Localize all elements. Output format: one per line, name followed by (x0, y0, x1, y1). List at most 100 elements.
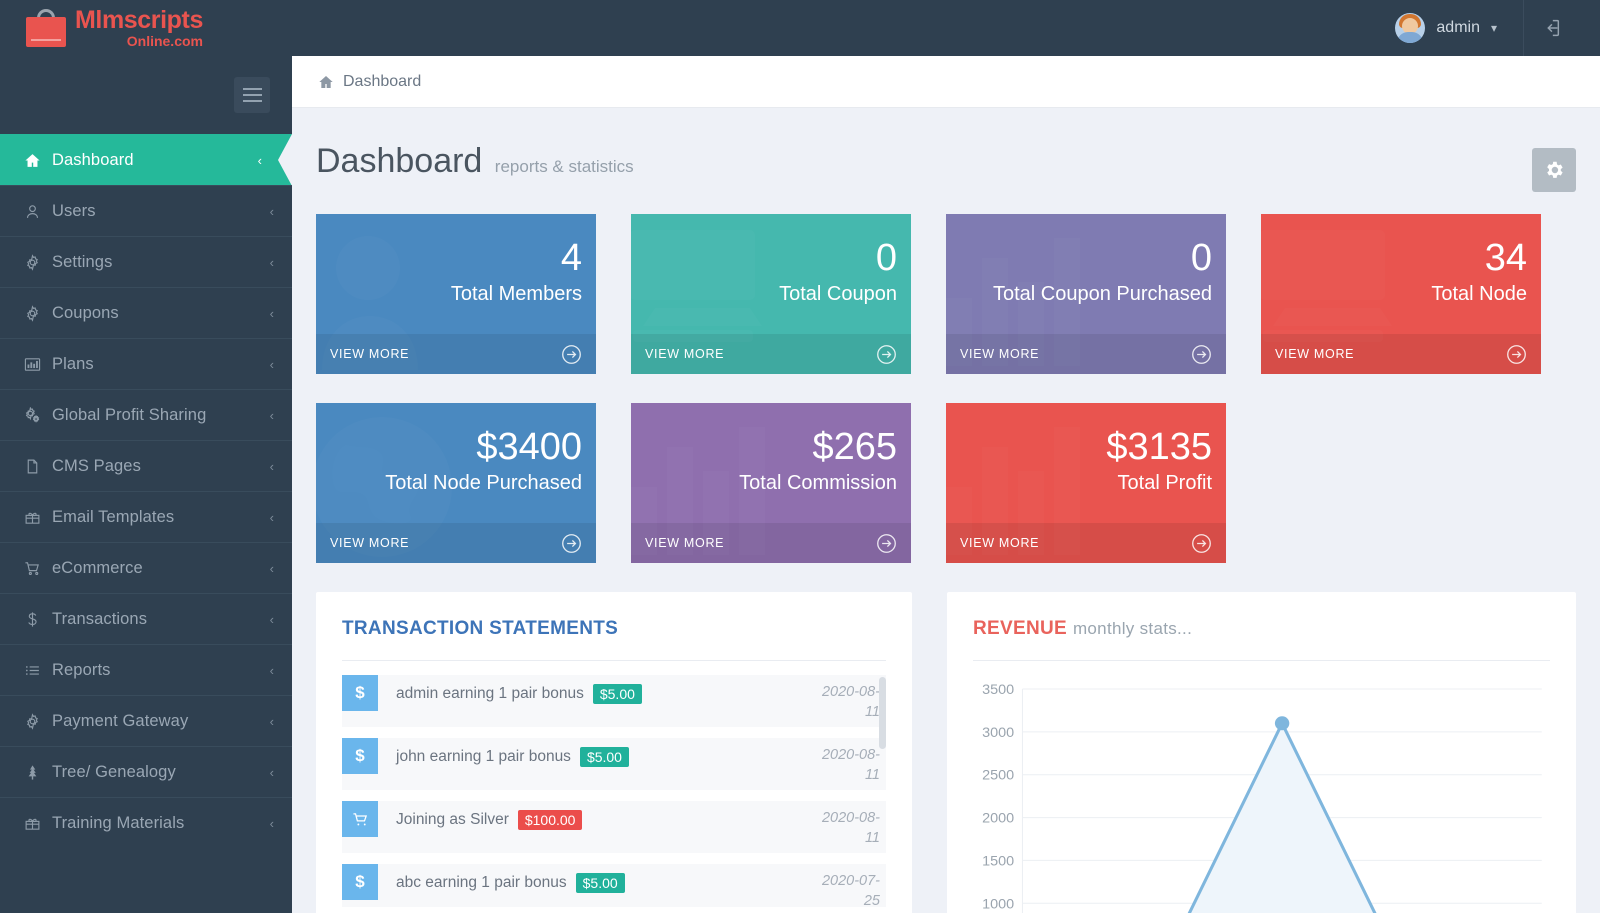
stat-card-total-coupon[interactable]: 0 Total Coupon VIEW MORE (631, 214, 911, 374)
stat-card-body: $265 Total Commission (631, 403, 911, 523)
stat-card-label: Total Profit (1117, 471, 1212, 494)
brand-logo[interactable]: Mlmscripts Online.com (0, 0, 292, 56)
home-icon (319, 75, 333, 88)
stat-card-body: 34 Total Node (1261, 214, 1541, 334)
sidebar-item-plans[interactable]: Plans ‹ (0, 338, 292, 389)
arrow-right-circle-icon (1192, 533, 1211, 553)
stat-card-total-node[interactable]: 34 Total Node VIEW MORE (1261, 214, 1541, 374)
view-more-label: VIEW MORE (330, 536, 410, 550)
chevron-left-icon: ‹ (269, 407, 274, 423)
settings-button[interactable] (1532, 148, 1576, 192)
sidebar-item-dashboard[interactable]: Dashboard ‹ (0, 134, 292, 185)
sidebar-item-reports[interactable]: Reports ‹ (0, 644, 292, 695)
chevron-left-icon: ‹ (269, 254, 274, 270)
sidebar-item-label: Training Materials (52, 813, 185, 832)
sidebar-item-label: eCommerce (52, 558, 143, 577)
breadcrumb: Dashboard (292, 56, 1600, 108)
gear-icon (24, 712, 52, 730)
transaction-type-icon (342, 801, 378, 837)
sidebar-item-email-templates[interactable]: Email Templates ‹ (0, 491, 292, 542)
stat-card-footer[interactable]: VIEW MORE (946, 334, 1226, 374)
stat-card-value: 4 (560, 236, 582, 279)
logout-button[interactable] (1524, 0, 1578, 56)
stat-cards-row-top: 4 Total Members VIEW MORE 0 Total Coupon VIEW… (316, 214, 1576, 374)
sidebar-item-transactions[interactable]: Transactions ‹ (0, 593, 292, 644)
sidebar-item-users[interactable]: Users ‹ (0, 185, 292, 236)
dollar-icon (24, 611, 52, 628)
hamburger-icon (242, 100, 262, 102)
stat-card-footer[interactable]: VIEW MORE (946, 523, 1226, 563)
gear-icon (24, 253, 52, 271)
user-menu[interactable]: admin ▾ (1395, 13, 1523, 43)
transaction-date: 2020-07-25 (821, 873, 880, 907)
chevron-left-icon: ‹ (269, 203, 274, 219)
sidebar-item-coupons[interactable]: Coupons ‹ (0, 287, 292, 338)
hamburger-icon (242, 88, 262, 90)
dollar-icon: $ (355, 683, 365, 702)
stat-card-footer[interactable]: VIEW MORE (631, 523, 911, 563)
transactions-title: TRANSACTION STATEMENTS (342, 618, 886, 640)
transaction-amount-badge: $5.00 (579, 747, 629, 767)
stat-card-label: Total Node Purchased (385, 471, 582, 494)
transaction-row[interactable]: Joining as Silver $100.00 2020-08-11 (342, 801, 886, 853)
stat-card-label: Total Commission (739, 471, 897, 494)
arrow-right-circle-icon (562, 533, 581, 553)
logout-icon (1547, 19, 1560, 37)
transaction-text: abc earning 1 pair bonus $5.00 (378, 864, 808, 893)
stat-card-total-coupon-purchased[interactable]: 0 Total Coupon Purchased VIEW MORE (946, 214, 1226, 374)
stat-card-total-commission[interactable]: $265 Total Commission VIEW MORE (631, 403, 911, 563)
tree-icon (24, 764, 52, 781)
sidebar-item-label: CMS Pages (52, 456, 141, 475)
stat-card-footer[interactable]: VIEW MORE (316, 523, 596, 563)
transaction-amount-badge: $5.00 (575, 873, 625, 893)
sidebar-item-ecommerce[interactable]: eCommerce ‹ (0, 542, 292, 593)
transactions-title-text: TRANSACTION STATEMENTS (342, 618, 619, 639)
sidebar-item-label: Reports (52, 660, 111, 679)
page-subtitle: reports & statistics (494, 157, 634, 176)
brand-subname: Online.com (126, 33, 203, 49)
stat-card-total-members[interactable]: 4 Total Members VIEW MORE (316, 214, 596, 374)
stat-card-footer[interactable]: VIEW MORE (316, 334, 596, 374)
sidebar-item-label: Email Templates (52, 507, 175, 526)
brand-name: Mlmscripts (75, 6, 203, 34)
stat-card-footer[interactable]: VIEW MORE (631, 334, 911, 374)
stat-card-total-profit[interactable]: $3135 Total Profit VIEW MORE (946, 403, 1226, 563)
sidebar-item-label: Transactions (52, 609, 148, 628)
chevron-left-icon: ‹ (269, 815, 274, 831)
view-more-label: VIEW MORE (645, 347, 725, 361)
sidebar-item-label: Tree/ Genealogy (52, 762, 176, 781)
revenue-title-text: REVENUE (973, 618, 1067, 639)
sidebar-item-global-profit-sharing[interactable]: Global Profit Sharing ‹ (0, 389, 292, 440)
stat-card-total-node-purchased[interactable]: $3400 Total Node Purchased VIEW MORE (316, 403, 596, 563)
sidebar-item-settings[interactable]: Settings ‹ (0, 236, 292, 287)
bar-chart-icon (24, 356, 52, 373)
svg-text:2500: 2500 (982, 768, 1014, 784)
sidebar-item-cms-pages[interactable]: CMS Pages ‹ (0, 440, 292, 491)
view-more-label: VIEW MORE (330, 347, 410, 361)
chevron-left-icon: ‹ (269, 764, 274, 780)
transaction-row[interactable]: $ abc earning 1 pair bonus $5.00 2020-07-25 (342, 864, 886, 907)
sidebar-item-payment-gateway[interactable]: Payment Gateway ‹ (0, 695, 292, 746)
stat-card-value: 0 (1190, 236, 1212, 279)
stat-card-footer[interactable]: VIEW MORE (1261, 334, 1541, 374)
scrollbar[interactable] (879, 677, 886, 749)
chevron-left-icon: ‹ (269, 356, 274, 372)
stat-cards-row-bottom: $3400 Total Node Purchased VIEW MORE $265 To… (316, 403, 1576, 563)
stat-card-value: 0 (875, 236, 897, 279)
transaction-date: 2020-08-11 (821, 684, 880, 720)
sidebar-item-tree-genealogy[interactable]: Tree/ Genealogy ‹ (0, 746, 292, 797)
sidebar-item-label: Users (52, 201, 96, 220)
revenue-panel: REVENUE monthly stats... 3500 3000 2500 2000… (947, 592, 1576, 913)
chevron-left-icon: ‹ (269, 560, 274, 576)
sidebar-toggle-button[interactable] (234, 77, 270, 113)
transaction-row[interactable]: $ admin earning 1 pair bonus $5.00 2020-08-… (342, 675, 886, 727)
sidebar-item-label: Global Profit Sharing (52, 405, 207, 424)
transaction-text: Joining as Silver $100.00 (378, 801, 808, 830)
topbar: admin ▾ (292, 0, 1600, 56)
sidebar-item-training-materials[interactable]: Training Materials ‹ (0, 797, 292, 848)
sidebar-nav: Dashboard ‹ Users ‹ Settings ‹ Coupons ‹ Plans ‹ G… (0, 134, 292, 848)
svg-text:3500: 3500 (982, 682, 1014, 698)
transaction-text: john earning 1 pair bonus $5.00 (378, 738, 808, 767)
breadcrumb-item-dashboard[interactable]: Dashboard (318, 73, 421, 91)
transaction-row[interactable]: $ john earning 1 pair bonus $5.00 2020-08-1… (342, 738, 886, 790)
